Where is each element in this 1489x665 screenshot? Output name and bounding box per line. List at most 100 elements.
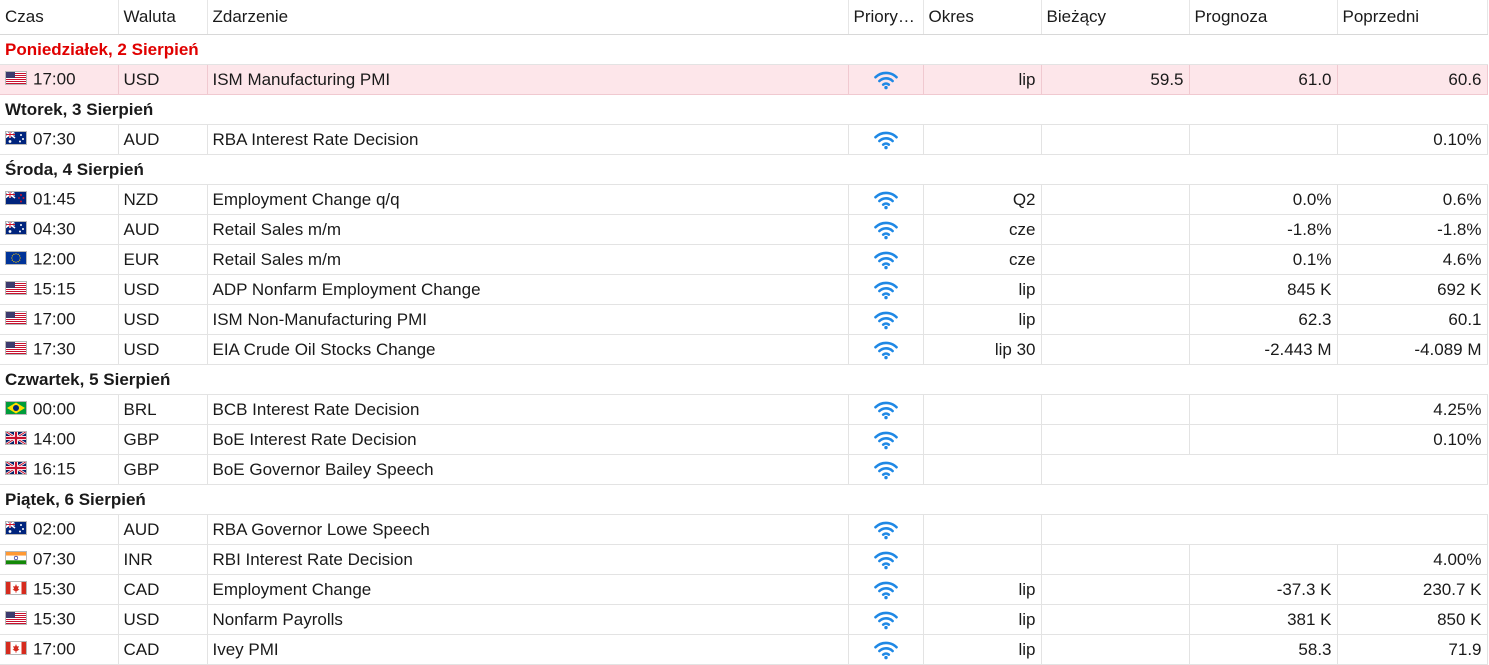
us-flag-icon [5, 311, 27, 326]
event-row[interactable]: 16:15 GBP BoE Governor Bailey Speech [0, 454, 1488, 485]
event-time-cell: 07:30 [0, 124, 119, 155]
event-currency: EUR [118, 244, 208, 275]
event-priority-cell [848, 274, 924, 305]
event-time: 01:45 [33, 189, 76, 209]
event-currency: CAD [118, 634, 208, 665]
event-time: 17:00 [33, 639, 76, 659]
event-actual [1041, 634, 1190, 665]
event-forecast: 381 K [1189, 604, 1338, 635]
india-flag-icon [5, 551, 27, 566]
event-priority-cell [848, 64, 924, 95]
event-name: Retail Sales m/m [207, 244, 849, 275]
event-period: lip [923, 64, 1042, 95]
event-actual [1041, 274, 1190, 305]
event-previous: -4.089 M [1337, 334, 1488, 365]
wifi-signal-icon [873, 460, 899, 480]
event-forecast [1189, 544, 1338, 575]
event-actual [1041, 244, 1190, 275]
column-header-previous[interactable]: Poprzedni [1337, 0, 1488, 35]
event-time-cell: 17:00 [0, 64, 119, 95]
event-name: BoE Interest Rate Decision [207, 424, 849, 455]
eu-flag-icon [5, 251, 27, 266]
event-period: lip [923, 274, 1042, 305]
event-period: cze [923, 214, 1042, 245]
uk-flag-icon [5, 431, 27, 446]
event-name: RBA Interest Rate Decision [207, 124, 849, 155]
event-row[interactable]: 15:30 CAD Employment Change lip -37.3 K 230.7… [0, 574, 1488, 605]
event-previous: 4.6% [1337, 244, 1488, 275]
event-period [923, 454, 1042, 485]
event-row[interactable]: 17:00 USD ISM Non-Manufacturing PMI lip 62.3… [0, 304, 1488, 335]
column-header-actual[interactable]: Bieżący [1041, 0, 1190, 35]
event-currency: CAD [118, 574, 208, 605]
event-time-cell: 04:30 [0, 214, 119, 245]
event-time-cell: 00:00 [0, 394, 119, 425]
event-currency: NZD [118, 184, 208, 215]
event-period [923, 544, 1042, 575]
event-priority-cell [848, 244, 924, 275]
wifi-signal-icon [873, 550, 899, 570]
column-header-currency[interactable]: Waluta [118, 0, 208, 35]
column-header-priority[interactable]: Priory… [848, 0, 924, 35]
event-actual [1041, 544, 1190, 575]
event-actual [1041, 124, 1190, 155]
event-period [923, 424, 1042, 455]
event-priority-cell [848, 454, 924, 485]
column-header-period[interactable]: Okres [923, 0, 1042, 35]
event-actual [1041, 604, 1190, 635]
event-row[interactable]: 15:30 USD Nonfarm Payrolls lip 381 K 850 K [0, 604, 1488, 635]
event-time-cell: 02:00 [0, 514, 119, 545]
event-period [923, 514, 1042, 545]
us-flag-icon [5, 71, 27, 86]
canada-flag-icon [5, 641, 27, 656]
day-label: Piątek, 6 Sierpień [0, 484, 1487, 515]
event-actual [1041, 304, 1190, 335]
event-row[interactable]: 17:00 CAD Ivey PMI lip 58.3 71.9 [0, 634, 1488, 665]
calendar-body: Poniedziałek, 2 Sierpień 17:00 USD ISM Manu… [0, 34, 1488, 665]
event-time: 15:15 [33, 279, 76, 299]
column-header-time[interactable]: Czas [0, 0, 119, 35]
event-row[interactable]: 01:45 NZD Employment Change q/q Q2 0.0% 0.6% [0, 184, 1488, 215]
event-row[interactable]: 02:00 AUD RBA Governor Lowe Speech [0, 514, 1488, 545]
wifi-signal-icon [873, 190, 899, 210]
event-actual [1041, 334, 1190, 365]
event-period: lip 30 [923, 334, 1042, 365]
event-time-cell: 07:30 [0, 544, 119, 575]
event-actual [1041, 574, 1190, 605]
event-row[interactable]: 17:00 USD ISM Manufacturing PMI lip 59.5 61.0… [0, 64, 1488, 95]
event-period [923, 394, 1042, 425]
event-row[interactable]: 04:30 AUD Retail Sales m/m cze -1.8% -1.8% [0, 214, 1488, 245]
new-zealand-flag-icon [5, 191, 27, 206]
event-previous: 0.6% [1337, 184, 1488, 215]
day-label: Środa, 4 Sierpień [0, 154, 1487, 185]
australia-flag-icon [5, 131, 27, 146]
event-actual [1041, 214, 1190, 245]
day-label: Czwartek, 5 Sierpień [0, 364, 1487, 395]
event-time: 17:30 [33, 339, 76, 359]
event-row[interactable]: 17:30 USD EIA Crude Oil Stocks Change lip 3… [0, 334, 1488, 365]
event-time: 15:30 [33, 609, 76, 629]
us-flag-icon [5, 281, 27, 296]
event-currency: INR [118, 544, 208, 575]
event-forecast: 845 K [1189, 274, 1338, 305]
event-empty-values [1041, 514, 1488, 545]
event-previous: 850 K [1337, 604, 1488, 635]
event-row[interactable]: 00:00 BRL BCB Interest Rate Decision 4.25% [0, 394, 1488, 425]
event-name: Employment Change q/q [207, 184, 849, 215]
event-name: BoE Governor Bailey Speech [207, 454, 849, 485]
event-row[interactable]: 07:30 AUD RBA Interest Rate Decision 0.10% [0, 124, 1488, 155]
event-name: EIA Crude Oil Stocks Change [207, 334, 849, 365]
wifi-signal-icon [873, 340, 899, 360]
column-header-event[interactable]: Zdarzenie [207, 0, 849, 35]
event-time: 15:30 [33, 579, 76, 599]
event-time: 02:00 [33, 519, 76, 539]
event-time-cell: 17:00 [0, 304, 119, 335]
column-header-forecast[interactable]: Prognoza [1189, 0, 1338, 35]
event-previous: -1.8% [1337, 214, 1488, 245]
event-row[interactable]: 14:00 GBP BoE Interest Rate Decision 0.10% [0, 424, 1488, 455]
event-row[interactable]: 15:15 USD ADP Nonfarm Employment Change lip… [0, 274, 1488, 305]
event-time-cell: 17:30 [0, 334, 119, 365]
wifi-signal-icon [873, 610, 899, 630]
event-row[interactable]: 07:30 INR RBI Interest Rate Decision 4.00% [0, 544, 1488, 575]
event-row[interactable]: 12:00 EUR Retail Sales m/m cze 0.1% 4.6% [0, 244, 1488, 275]
